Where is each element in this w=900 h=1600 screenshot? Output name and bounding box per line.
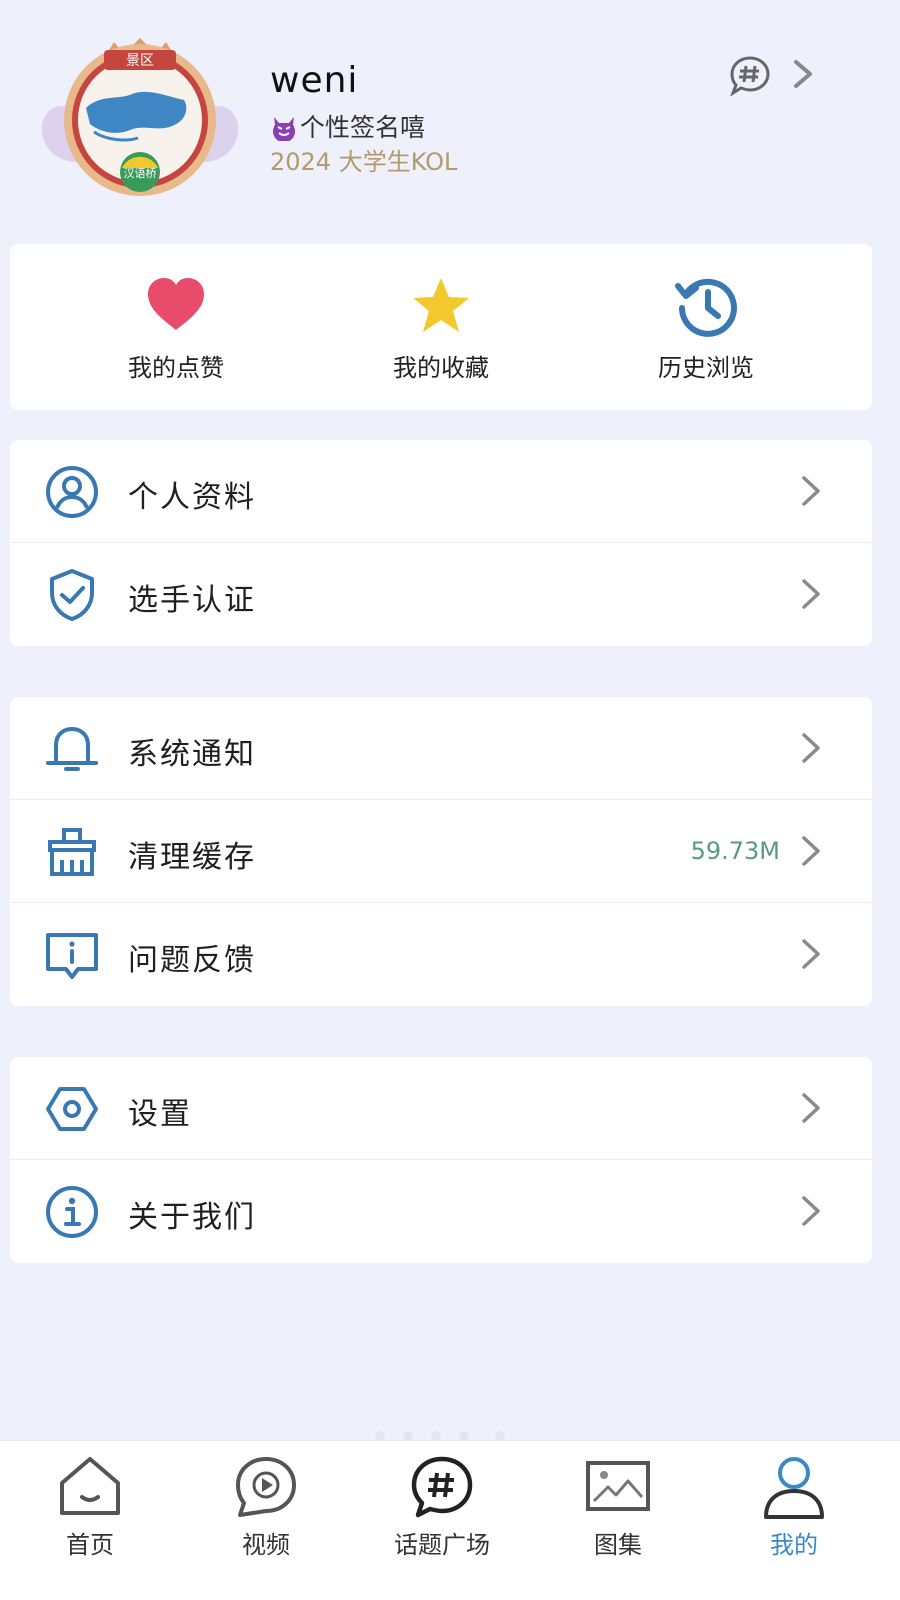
nav-label: 话题广场 xyxy=(394,1531,490,1559)
quick-actions-card: 我的点赞 我的收藏 历史浏览 xyxy=(10,244,872,410)
menu-item-label: 系统通知 xyxy=(128,737,256,772)
history-label: 历史浏览 xyxy=(658,354,754,382)
nav-item-home[interactable]: 首页 xyxy=(2,1441,178,1600)
profile-chevron-icon[interactable] xyxy=(790,58,816,90)
history-button[interactable]: 历史浏览 xyxy=(616,244,796,410)
menu-item-clear-cache[interactable]: 清理缓存 59.73M xyxy=(10,800,872,903)
username: weni xyxy=(270,60,359,101)
my-likes-label: 我的点赞 xyxy=(128,354,224,382)
gallery-icon xyxy=(586,1461,650,1511)
user-icon xyxy=(764,1457,824,1519)
chevron-right-icon xyxy=(802,579,820,609)
nav-label: 首页 xyxy=(66,1531,114,1559)
bottom-nav: 首页 视频 话题广场 图集 我的 xyxy=(0,1440,900,1600)
my-favorites-label: 我的收藏 xyxy=(393,354,489,382)
user-circle-icon xyxy=(46,466,98,518)
nav-item-video[interactable]: 视频 xyxy=(178,1441,354,1600)
my-likes-button[interactable]: 我的点赞 xyxy=(86,244,266,410)
nav-item-gallery[interactable]: 图集 xyxy=(530,1441,706,1600)
avatar[interactable]: 景区 汉语桥 xyxy=(34,38,246,198)
menu-item-player-verification[interactable]: 选手认证 xyxy=(10,543,872,646)
menu-item-label: 选手认证 xyxy=(128,583,256,618)
menu-item-profile[interactable]: 个人资料 xyxy=(10,440,872,543)
menu-item-label: 个人资料 xyxy=(128,480,256,515)
home-icon xyxy=(60,1457,120,1515)
nav-item-mine[interactable]: 我的 xyxy=(706,1441,882,1600)
menu-item-label: 清理缓存 xyxy=(128,840,256,875)
broom-icon xyxy=(48,828,96,876)
nav-label: 我的 xyxy=(770,1531,818,1559)
menu-group-system: 系统通知 清理缓存 59.73M 问题反馈 xyxy=(10,697,872,1006)
nav-label: 视频 xyxy=(242,1531,290,1559)
feedback-icon xyxy=(46,933,98,979)
topic-bubble-button[interactable] xyxy=(728,54,772,98)
chevron-right-icon xyxy=(802,1093,820,1123)
my-favorites-button[interactable]: 我的收藏 xyxy=(351,244,531,410)
cache-size-value: 59.73M xyxy=(690,837,780,865)
bell-icon xyxy=(46,726,98,771)
signature: 个性签名嘻 xyxy=(270,108,425,144)
settings-icon xyxy=(46,1087,98,1131)
devil-emoji-icon xyxy=(273,117,295,141)
chevron-right-icon xyxy=(802,1196,820,1226)
avatar-badge-text: 汉语桥 xyxy=(124,167,157,180)
avatar-banner-text: 景区 xyxy=(126,53,154,69)
menu-item-label: 设置 xyxy=(128,1097,192,1132)
heart-icon xyxy=(148,278,204,330)
profile-header: 景区 汉语桥 weni 个性签名嘻 2024 大学生KOL xyxy=(0,0,900,220)
menu-item-label: 关于我们 xyxy=(128,1200,256,1235)
topic-icon xyxy=(411,1456,473,1518)
nav-item-topic-square[interactable]: 话题广场 xyxy=(354,1441,530,1600)
menu-group-account: 个人资料 选手认证 xyxy=(10,440,872,646)
star-icon xyxy=(413,278,469,332)
chevron-right-icon xyxy=(802,939,820,969)
menu-item-settings[interactable]: 设置 xyxy=(10,1057,872,1160)
menu-item-feedback[interactable]: 问题反馈 xyxy=(10,903,872,1006)
hash-bubble-icon xyxy=(730,56,770,97)
signature-text: 个性签名嘻 xyxy=(300,113,426,142)
info-icon xyxy=(46,1186,98,1238)
nav-label: 图集 xyxy=(594,1531,642,1559)
menu-item-notifications[interactable]: 系统通知 xyxy=(10,697,872,800)
history-icon xyxy=(675,278,737,337)
menu-group-about: 设置 关于我们 xyxy=(10,1057,872,1263)
video-icon xyxy=(236,1457,296,1517)
user-tagline: 2024 大学生KOL xyxy=(270,148,458,176)
menu-item-label: 问题反馈 xyxy=(128,943,256,978)
chevron-right-icon xyxy=(802,733,820,763)
chevron-right-icon xyxy=(802,836,820,866)
menu-item-about-us[interactable]: 关于我们 xyxy=(10,1160,872,1263)
shield-check-icon xyxy=(50,569,94,621)
chevron-right-icon xyxy=(802,476,820,506)
